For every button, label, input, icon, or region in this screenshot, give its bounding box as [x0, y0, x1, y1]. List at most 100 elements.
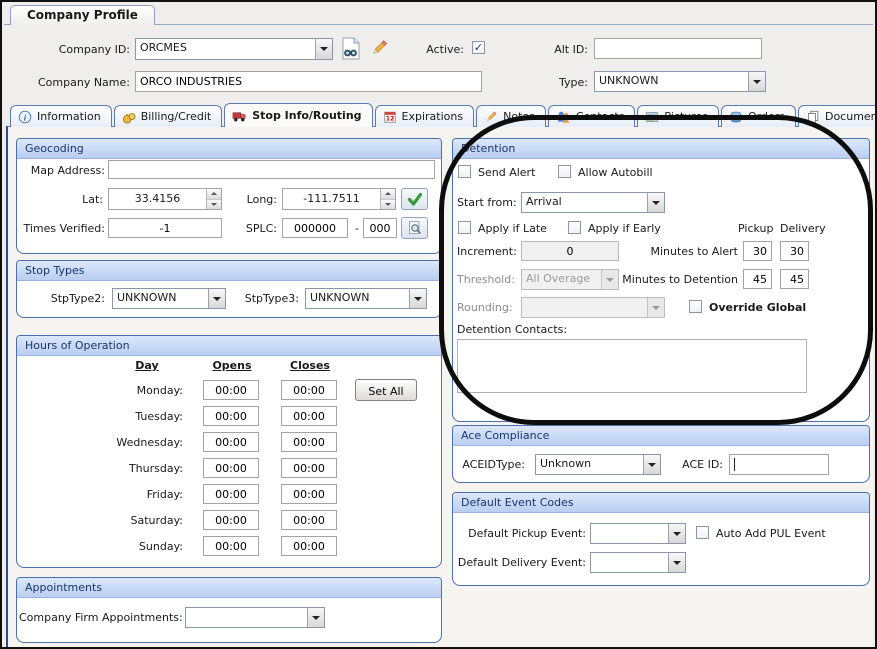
minutes-to-detention-pickup-input[interactable]: [743, 269, 772, 289]
map-address-input[interactable]: [108, 160, 435, 179]
alt-id-input[interactable]: [594, 38, 762, 59]
stptype2-label: StpType2:: [45, 292, 105, 305]
tab-stop-info-routing[interactable]: Stop Info/Routing: [224, 103, 372, 127]
default-pickup-event-combobox[interactable]: [590, 523, 686, 544]
geocoding-group-title: Geocoding: [17, 139, 441, 159]
stptype2-combobox[interactable]: UNKNOWN: [112, 288, 226, 309]
lookup-company-icon[interactable]: [338, 36, 363, 61]
override-global-checkbox[interactable]: [689, 300, 702, 313]
apply-if-early-label: Apply if Early: [588, 222, 661, 235]
tab-expirations[interactable]: 12 Expirations: [375, 105, 475, 127]
verify-geocode-button[interactable]: [401, 188, 428, 210]
hours-opens-input[interactable]: [203, 484, 259, 504]
hours-opens-input[interactable]: [203, 510, 259, 530]
tab-billing-credit[interactable]: Billing/Credit: [114, 105, 223, 127]
ace-compliance-group: Ace Compliance ACEIDType: Unknown ACE ID…: [452, 425, 870, 483]
active-checkbox[interactable]: ✓: [472, 41, 485, 54]
minutes-to-alert-pickup-input[interactable]: [743, 241, 772, 261]
hours-opens-input[interactable]: [203, 536, 259, 556]
pickup-event-dropdown-button[interactable]: [668, 524, 685, 543]
auto-add-pul-event-checkbox[interactable]: [696, 526, 709, 539]
hours-closes-input[interactable]: [281, 432, 337, 452]
aceidtype-dropdown-button[interactable]: [643, 455, 660, 474]
default-delivery-event-label: Default Delivery Event:: [453, 556, 586, 569]
hours-opens-input[interactable]: [203, 406, 259, 426]
default-delivery-event-value: [591, 553, 668, 572]
stop-types-group: Stop Types StpType2: UNKNOWN StpType3: U…: [16, 260, 442, 318]
minutes-to-detention-delivery-input[interactable]: [780, 269, 809, 289]
map-address-label: Map Address:: [23, 164, 105, 177]
allow-autobill-label: Allow Autobill: [578, 166, 653, 179]
long-up-button[interactable]: [381, 189, 395, 200]
allow-autobill-checkbox[interactable]: [558, 165, 571, 178]
tab-information[interactable]: i Information: [10, 105, 112, 127]
minutes-to-detention-label: Minutes to Detention: [613, 273, 738, 286]
tab-orders[interactable]: Orders: [721, 105, 796, 127]
orders-icon: [729, 110, 743, 124]
tab-notes[interactable]: Notes: [476, 105, 546, 127]
ace-compliance-group-title: Ace Compliance: [453, 426, 869, 446]
billing-icon: [122, 110, 136, 124]
override-global-label: Override Global: [709, 301, 806, 314]
hours-closes-input[interactable]: [281, 484, 337, 504]
hours-closes-input[interactable]: [281, 536, 337, 556]
hours-day-label: Thursday:: [37, 462, 183, 475]
active-checkmark: ✓: [474, 42, 483, 53]
company-id-dropdown-button[interactable]: [315, 39, 332, 59]
start-from-dropdown-button[interactable]: [647, 193, 664, 212]
chevron-down-icon: [312, 616, 320, 620]
splc-suffix-input[interactable]: [363, 218, 397, 238]
company-name-input[interactable]: [135, 71, 482, 92]
appointments-dropdown-button[interactable]: [307, 608, 324, 627]
ace-id-input[interactable]: [729, 454, 829, 475]
green-check-icon: [407, 192, 423, 206]
start-from-combobox[interactable]: Arrival: [521, 192, 665, 213]
tab-documents[interactable]: Documents: [798, 105, 877, 127]
hours-opens-input[interactable]: [203, 432, 259, 452]
minutes-to-alert-delivery-input[interactable]: [780, 241, 809, 261]
hours-closes-input[interactable]: [281, 380, 337, 400]
window-tab-company-profile[interactable]: Company Profile: [10, 5, 155, 25]
pickup-column-header: Pickup: [738, 222, 773, 235]
threshold-value: All Overage: [522, 270, 601, 289]
tab-pictures[interactable]: Pictures: [637, 105, 719, 127]
chevron-down-icon: [320, 47, 328, 51]
lat-spinner[interactable]: 33.4156: [108, 188, 222, 210]
increment-input: [521, 241, 619, 261]
pencil-icon: [484, 110, 498, 124]
lat-up-button[interactable]: [207, 189, 221, 200]
start-from-label: Start from:: [457, 196, 517, 209]
company-id-combobox[interactable]: ORCMES: [135, 38, 333, 60]
detention-contacts-textarea[interactable]: [457, 339, 807, 393]
hours-opens-input[interactable]: [203, 380, 259, 400]
type-dropdown-button[interactable]: [748, 72, 765, 91]
hours-closes-input[interactable]: [281, 510, 337, 530]
apply-if-early-checkbox[interactable]: [568, 221, 581, 234]
long-down-button[interactable]: [381, 200, 395, 210]
company-firm-appointments-combobox[interactable]: [185, 607, 325, 628]
times-verified-input[interactable]: [108, 218, 222, 238]
apply-if-late-checkbox[interactable]: [458, 221, 471, 234]
send-alert-checkbox[interactable]: [458, 165, 471, 178]
aceidtype-combobox[interactable]: Unknown: [535, 454, 661, 475]
hours-opens-input[interactable]: [203, 458, 259, 478]
delivery-event-dropdown-button[interactable]: [668, 553, 685, 572]
long-spinner[interactable]: -111.7511: [282, 188, 396, 210]
lat-down-button[interactable]: [207, 200, 221, 210]
tab-contacts[interactable]: Contacts: [548, 105, 636, 127]
splc-input[interactable]: [282, 218, 348, 238]
type-combobox[interactable]: UNKNOWN: [594, 71, 766, 92]
set-all-button[interactable]: Set All: [355, 379, 417, 401]
hours-closes-input[interactable]: [281, 458, 337, 478]
detention-group: Detention Send Alert Allow Autobill Star…: [452, 138, 870, 422]
chevron-down-icon: [652, 306, 660, 310]
default-delivery-event-combobox[interactable]: [590, 552, 686, 573]
company-id-value: ORCMES: [136, 39, 315, 59]
stptype2-dropdown-button[interactable]: [208, 289, 225, 308]
stptype3-dropdown-button[interactable]: [409, 289, 426, 308]
default-pickup-event-value: [591, 524, 668, 543]
edit-pencil-icon[interactable]: [369, 38, 390, 59]
map-lookup-button[interactable]: [401, 217, 428, 239]
hours-closes-input[interactable]: [281, 406, 337, 426]
stptype3-combobox[interactable]: UNKNOWN: [305, 288, 427, 309]
